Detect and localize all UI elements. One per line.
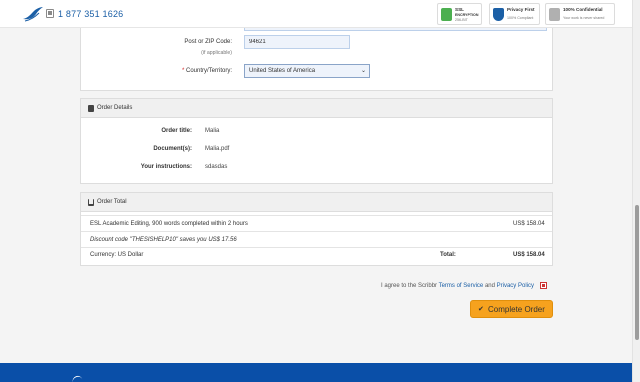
instructions-label: Your instructions:: [140, 164, 192, 170]
order-total-panel: Order Total ESL Academic Editing, 900 wo…: [80, 192, 553, 266]
instructions-value: sdasdas: [205, 164, 228, 170]
ssl-badge-line2: ENCRYPTION: [455, 13, 479, 17]
phone-number[interactable]: 1 877 351 1626: [58, 9, 123, 19]
privacy-badge-title: Privacy First: [507, 7, 535, 12]
order-total-title: Order Total: [97, 199, 127, 205]
privacy-policy-link[interactable]: Privacy Policy: [497, 283, 534, 289]
line-item-price: US$ 158.04: [513, 221, 545, 227]
privacy-badge-subtitle: 100% Compliant: [507, 16, 534, 20]
discount-note: Discount code "THESISHELP10" saves you U…: [90, 237, 237, 243]
lock-icon: [549, 8, 560, 21]
agree-and: and: [484, 283, 495, 289]
confidential-badge-subtitle: Your work is never shared: [563, 16, 605, 20]
ssl-badge-line3: 256-BIT: [455, 18, 468, 22]
currency-note: Currency: US Dollar: [90, 252, 144, 258]
agree-prefix: I agree to the Scribbr: [381, 283, 438, 289]
order-total-header: Order Total: [81, 193, 552, 212]
postal-code-label: Post or ZIP Code:: [184, 39, 232, 45]
ssl-badge: SSL ENCRYPTION 256-BIT: [437, 3, 482, 25]
checkmark-icon: ✔: [478, 306, 484, 313]
country-label: * Country/Territory:: [160, 68, 232, 74]
documents-label: Document(s):: [153, 146, 192, 152]
privacy-badge: Privacy First 100% Compliant: [489, 3, 540, 25]
scribbr-logo-icon[interactable]: [22, 6, 44, 22]
confidential-badge: 100% Confidential Your work is never sha…: [545, 3, 615, 25]
cart-icon: [88, 199, 94, 206]
total-label: Total:: [440, 252, 456, 258]
order-details-title: Order Details: [97, 105, 133, 111]
address-input-bottom-edge[interactable]: [244, 28, 547, 31]
country-label-text: Country/Territory:: [185, 68, 232, 74]
country-select[interactable]: United States of America ⌄: [244, 64, 370, 78]
confidential-badge-title: 100% Confidential: [563, 7, 603, 12]
complete-order-button[interactable]: ✔ Complete Order: [470, 300, 553, 318]
terms-of-service-link[interactable]: Terms of Service: [439, 283, 484, 289]
order-title-label: Order title:: [161, 128, 192, 134]
postal-code-note: (if applicable): [201, 50, 232, 56]
country-select-value: United States of America: [249, 68, 316, 74]
ssl-badge-title: SSL: [455, 7, 464, 12]
order-details-panel: Order Details Order title: Malia Documen…: [80, 98, 553, 184]
top-header: 1 877 351 1626 SSL ENCRYPTION 256-BIT Pr…: [0, 0, 632, 28]
postal-code-input[interactable]: [244, 35, 350, 49]
required-asterisk: *: [181, 68, 185, 74]
order-details-header: Order Details: [81, 99, 552, 118]
scrollbar-thumb[interactable]: [635, 205, 639, 340]
total-value: US$ 158.04: [513, 252, 545, 258]
documents-icon: [88, 105, 94, 112]
page-footer: [0, 363, 632, 382]
order-title-value: Malia: [205, 128, 220, 134]
page-scrollbar[interactable]: [632, 0, 640, 382]
divider: [81, 215, 552, 216]
agree-checkbox[interactable]: [540, 282, 547, 289]
divider: [81, 247, 552, 248]
phone-icon: [46, 9, 54, 18]
documents-value: Malia.pdf: [205, 146, 230, 152]
divider: [81, 231, 552, 232]
complete-order-label: Complete Order: [488, 305, 545, 314]
line-item-description: ESL Academic Editing, 900 words complete…: [90, 221, 248, 227]
ssl-check-icon: [441, 8, 452, 21]
chevron-down-icon: ⌄: [360, 68, 366, 74]
shield-icon: [493, 8, 504, 21]
terms-agreement-text: I agree to the Scribbr Terms of Service …: [381, 283, 534, 289]
